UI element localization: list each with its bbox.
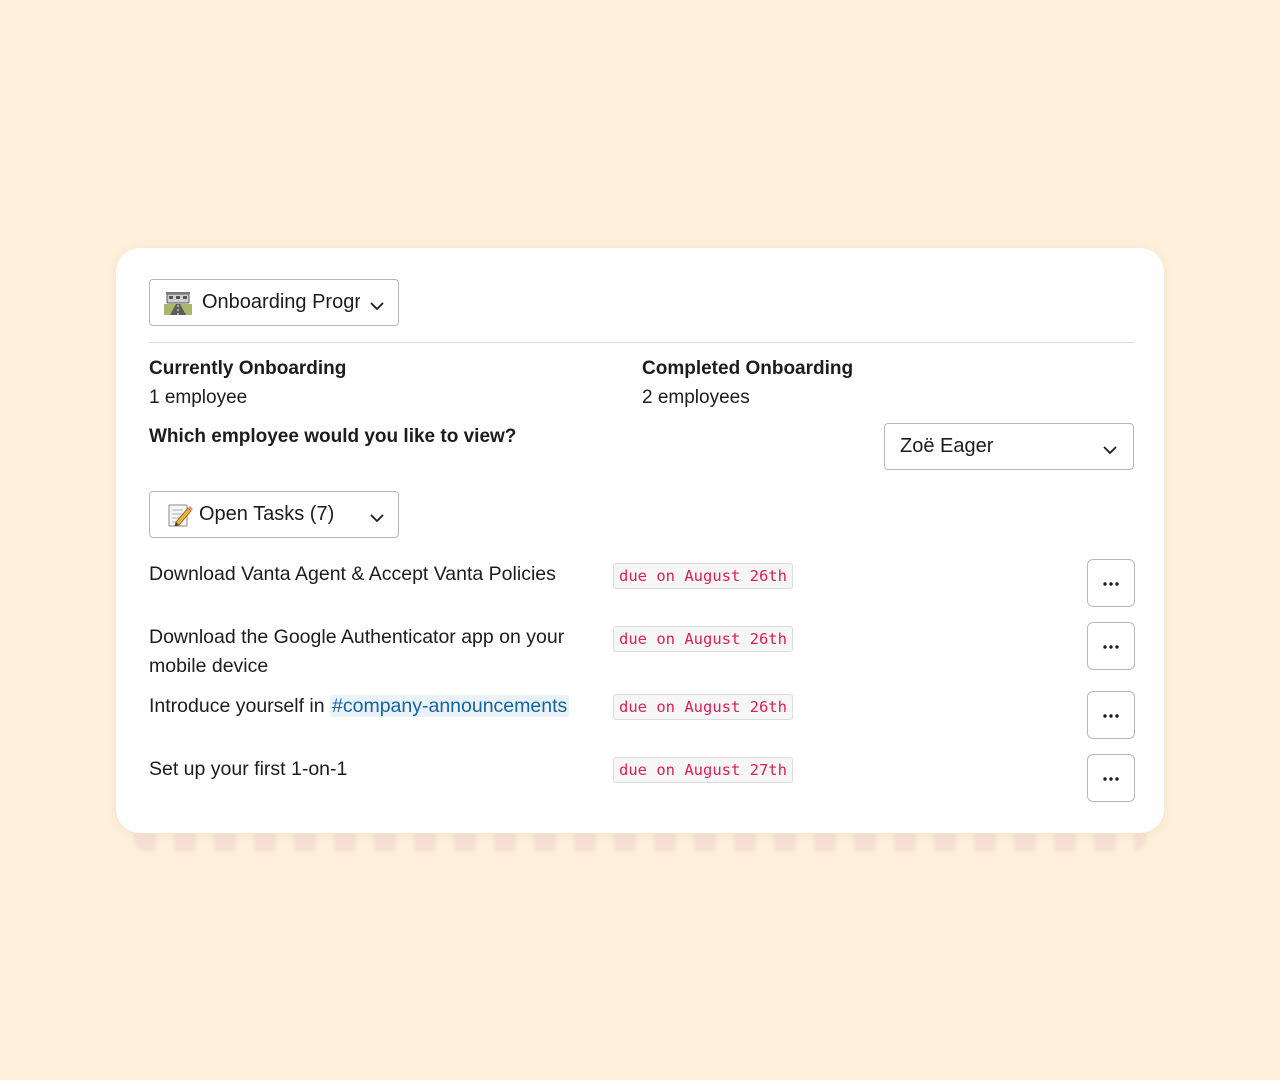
employee-select-label: Zoë Eager xyxy=(900,435,994,457)
card-shadow-decoration xyxy=(134,833,1146,851)
employee-question: Which employee would you like to view? xyxy=(149,426,517,447)
section-divider xyxy=(149,342,1134,343)
task-more-button[interactable] xyxy=(1087,559,1135,607)
task-title: Download Vanta Agent & Accept Vanta Poli… xyxy=(149,563,556,585)
chevron-down-icon xyxy=(370,296,384,310)
task-due-date: due on August 26th xyxy=(613,626,793,652)
page-background: Onboarding Progr Currently Onboarding 1 … xyxy=(0,0,1280,1080)
program-select-label: Onboarding Progr xyxy=(202,291,360,313)
currently-onboarding-count: 1 employee xyxy=(149,387,248,408)
task-due-date: due on August 26th xyxy=(613,694,793,720)
task-more-button[interactable] xyxy=(1087,754,1135,802)
task-due-date: due on August 27th xyxy=(613,757,793,783)
task-title: Introduce yourself in #company-announcem… xyxy=(149,692,589,721)
more-icon xyxy=(1102,574,1120,592)
currently-onboarding-title: Currently Onboarding xyxy=(149,358,347,379)
onboarding-card: Onboarding Progr Currently Onboarding 1 … xyxy=(116,248,1164,833)
railway-icon xyxy=(164,291,192,315)
task-due-date: due on August 26th xyxy=(613,563,793,589)
chevron-down-icon xyxy=(1103,440,1117,454)
channel-link[interactable]: #company-announcements xyxy=(330,695,570,717)
task-more-button[interactable] xyxy=(1087,691,1135,739)
completed-onboarding-title: Completed Onboarding xyxy=(642,358,854,379)
more-icon xyxy=(1102,706,1120,724)
tasks-filter-label: Open Tasks (7) xyxy=(199,503,335,525)
more-icon xyxy=(1102,769,1120,787)
task-more-button[interactable] xyxy=(1087,622,1135,670)
employee-select[interactable]: Zoë Eager xyxy=(884,423,1134,470)
task-title: Set up your first 1-on-1 xyxy=(149,758,348,780)
memo-icon xyxy=(167,502,193,528)
task-title-text: Introduce yourself in xyxy=(149,695,331,717)
task-title: Download the Google Authenticator app on… xyxy=(149,626,565,677)
completed-onboarding-count: 2 employees xyxy=(642,387,750,408)
chevron-down-icon xyxy=(370,508,384,522)
tasks-filter-select[interactable]: Open Tasks (7) xyxy=(149,491,399,538)
program-select[interactable]: Onboarding Progr xyxy=(149,279,399,326)
more-icon xyxy=(1102,637,1120,655)
